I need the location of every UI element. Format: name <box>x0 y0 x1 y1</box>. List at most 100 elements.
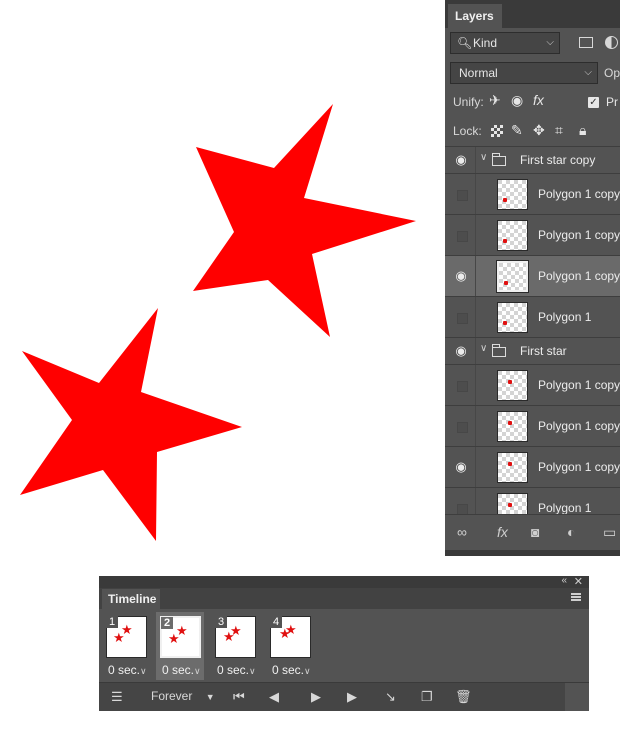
convert-to-video-timeline-icon[interactable]: ☰ <box>111 689 123 705</box>
layers-footer <box>445 550 620 556</box>
animation-frame[interactable]: 2 ★ ★ 0 sec.∨ <box>156 612 204 680</box>
lock-label: Lock: <box>453 124 482 138</box>
propagate-checkbox[interactable]: ✓ <box>588 97 599 108</box>
opacity-label: Op <box>604 66 620 80</box>
image-filter-icon[interactable] <box>579 37 593 48</box>
layer-thumbnail <box>497 411 528 442</box>
unify-row: Unify: ✈ ◉ fx ✓ Pr <box>445 90 620 116</box>
blend-mode-value: Normal <box>459 66 498 80</box>
timeline-controls-end <box>565 683 589 711</box>
layers-tab-bar: Layers <box>445 0 620 28</box>
frame-delay-dropdown[interactable]: 0 sec.∨ <box>217 663 256 677</box>
adjustment-icon[interactable]: ◐ <box>567 524 575 540</box>
frame-number: 1 <box>106 616 118 628</box>
layer-thumbnail <box>497 370 528 401</box>
unify-position-icon[interactable]: ✈ <box>489 92 501 109</box>
divider <box>475 406 476 446</box>
play-icon[interactable]: ▶ <box>311 689 321 705</box>
divider <box>475 147 476 173</box>
kind-filter-dropdown[interactable]: 🔍︎ Kind ⌵ <box>450 32 560 54</box>
unify-visibility-icon[interactable]: ◉ <box>511 92 523 109</box>
loop-dropdown[interactable]: Forever ▼ <box>151 689 215 703</box>
tween-icon[interactable]: ↘ <box>385 689 396 705</box>
layer-row[interactable]: Polygon 1 copy <box>445 214 620 255</box>
chevron-down-icon[interactable]: ∨ <box>480 152 487 163</box>
next-frame-icon[interactable]: ▶ <box>347 689 357 705</box>
layer-row[interactable]: Polygon 1 copy <box>445 405 620 446</box>
duplicate-frame-icon[interactable]: ❐ <box>421 689 433 705</box>
layer-row[interactable]: Polygon 1 copy <box>445 173 620 214</box>
frame-delay-dropdown[interactable]: 0 sec.∨ <box>272 663 311 677</box>
close-icon[interactable]: ✕ <box>574 575 583 588</box>
lock-transparency-icon[interactable] <box>491 125 503 137</box>
lock-brush-icon[interactable]: ✎ <box>511 122 523 139</box>
frame-delay-dropdown[interactable]: 0 sec.∨ <box>108 663 147 677</box>
tab-layers[interactable]: Layers <box>448 4 502 28</box>
eye-icon[interactable]: ◉ <box>453 152 469 168</box>
layer-thumbnail <box>496 260 529 293</box>
visibility-toggle[interactable] <box>457 422 468 433</box>
layers-panel: Layers 🔍︎ Kind ⌵ Normal ⌵ Op Unify: ✈ ◉ … <box>445 0 620 556</box>
eye-icon[interactable]: ◉ <box>453 343 469 359</box>
filter-row: 🔍︎ Kind ⌵ <box>445 30 620 58</box>
layer-name: Polygon 1 copy <box>538 269 620 283</box>
layer-thumbnail <box>497 302 528 333</box>
frame-thumbnail: 4 ★ ★ <box>270 616 311 658</box>
previous-frame-icon[interactable]: ◀ <box>269 689 279 705</box>
panel-menu-icon[interactable] <box>571 593 581 601</box>
visibility-toggle[interactable] <box>457 190 468 201</box>
animation-frame[interactable]: 4 ★ ★ 0 sec.∨ <box>266 612 314 680</box>
layer-row[interactable]: ◉ Polygon 1 copy <box>445 446 620 487</box>
divider <box>475 338 476 364</box>
delete-frame-icon[interactable]: 🗑︎ <box>455 689 472 705</box>
frame-delay-value: 0 sec. <box>108 663 141 677</box>
layer-row[interactable]: Polygon 1 <box>445 296 620 337</box>
divider <box>475 297 476 337</box>
frame-number: 3 <box>215 616 227 628</box>
fx-icon[interactable]: fx <box>497 524 508 540</box>
layer-thumbnail <box>497 220 528 251</box>
frame-thumbnail: 3 ★ ★ <box>215 616 256 658</box>
star-thumb-dot <box>508 503 512 507</box>
layer-name: Polygon 1 copy <box>538 460 620 474</box>
lock-artboard-icon[interactable]: ⌗ <box>555 122 563 139</box>
visibility-toggle[interactable] <box>457 381 468 392</box>
blend-row: Normal ⌵ Op <box>445 60 620 86</box>
frame-delay-value: 0 sec. <box>162 663 195 677</box>
divider <box>475 256 476 296</box>
layer-row[interactable]: ◉ Polygon 1 copy <box>445 255 620 296</box>
lock-all-icon[interactable]: 🔒︎ <box>579 122 586 139</box>
mask-icon[interactable]: ◙ <box>531 524 539 540</box>
star-upper <box>193 104 416 337</box>
layer-group-row[interactable]: ◉ ∨ First star <box>445 337 620 364</box>
blend-mode-dropdown[interactable]: Normal ⌵ <box>450 62 598 84</box>
star-thumb-dot <box>508 380 512 384</box>
propagate-label: Pr <box>606 95 618 109</box>
layer-thumbnail <box>497 452 528 483</box>
first-frame-icon[interactable]: ⏮︎ <box>233 689 245 705</box>
layer-group-row[interactable]: ◉ ∨ First star copy <box>445 146 620 173</box>
timeline-panel: « ✕ Timeline 1 ★ ★ 0 sec.∨ 2 ★ ★ 0 sec.∨ 3 ★ ★ 0 se… <box>99 575 589 711</box>
link-icon[interactable]: ∞ <box>457 524 467 540</box>
adjustment-filter-icon[interactable] <box>605 36 618 49</box>
layer-thumbnail <box>497 179 528 210</box>
lock-move-icon[interactable]: ✥ <box>533 122 545 139</box>
animation-frame[interactable]: 1 ★ ★ 0 sec.∨ <box>102 612 150 680</box>
tab-timeline[interactable]: Timeline <box>102 589 160 609</box>
folder-icon[interactable]: ▭ <box>603 524 616 541</box>
visibility-toggle[interactable] <box>457 231 468 242</box>
star-thumb-dot <box>503 239 507 243</box>
star-lower <box>20 308 242 541</box>
animation-frame[interactable]: 3 ★ ★ 0 sec.∨ <box>211 612 259 680</box>
eye-icon[interactable]: ◉ <box>453 268 469 284</box>
timeline-titlebar: « ✕ <box>99 575 589 588</box>
chevron-down-icon[interactable]: ∨ <box>480 343 487 354</box>
collapse-icon[interactable]: « <box>561 575 567 586</box>
visibility-toggle[interactable] <box>457 313 468 324</box>
eye-icon[interactable]: ◉ <box>453 459 469 475</box>
frame-delay-dropdown[interactable]: 0 sec.∨ <box>162 663 201 677</box>
unify-style-icon[interactable]: fx <box>533 92 544 108</box>
frame-delay-value: 0 sec. <box>272 663 305 677</box>
layer-row[interactable]: Polygon 1 copy <box>445 364 620 405</box>
star-thumb-icon: ★ <box>176 623 188 638</box>
